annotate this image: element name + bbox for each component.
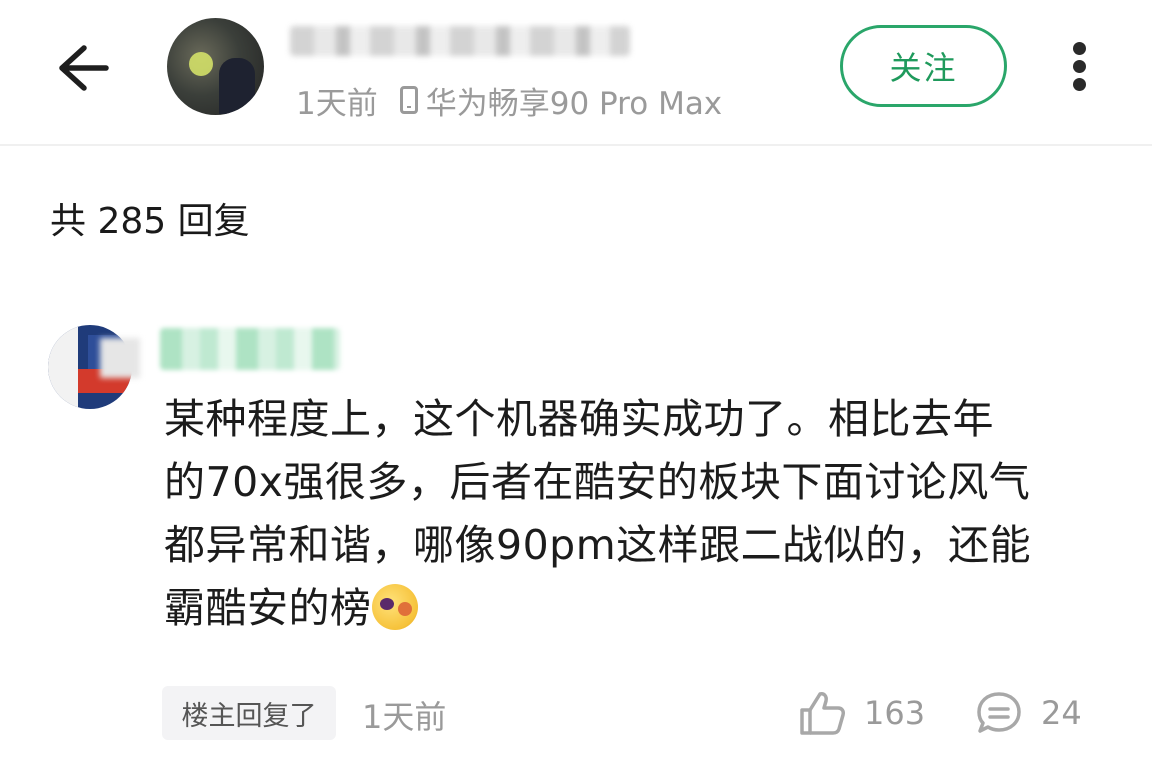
thumbs-up-icon [800,692,845,735]
like-button[interactable]: 163 [798,690,925,736]
comment-time: 1天前 [362,698,447,736]
post-time: 1天前 [296,85,378,122]
comment-line: 霸酷安的榜 [164,584,372,632]
more-dot [1073,60,1086,73]
follow-button[interactable]: 关注 [840,25,1007,107]
device-name: 华为畅享90 Pro Max [425,85,723,122]
comment-bubble-icon [977,692,1021,733]
op-replied-tag[interactable]: 楼主回复了 [162,686,336,740]
comment-body[interactable]: 某种程度上，这个机器确实成功了。相比去年 的70x强很多，后者在酷安的板块下面讨… [164,388,1104,640]
post-meta: 1天前 华为畅享90 Pro Max [296,78,723,123]
comment-line: 都异常和谐，哪像90pm这样跟二战似的，还能 [164,521,1032,569]
more-options-button[interactable] [1060,38,1100,96]
author-avatar[interactable] [167,18,264,115]
shocked-face-emoji-icon [371,584,418,630]
comment-line-last: 霸酷安的榜 [164,577,1104,640]
author-name-redacted[interactable] [290,26,630,56]
reply-detail-page: 1天前 华为畅享90 Pro Max 关注 共 285 回复 某种程度上，这个机… [0,0,1152,775]
post-header: 1天前 华为畅享90 Pro Max 关注 [0,0,1152,143]
avatar-detail [189,52,213,76]
reply-count: 24 [1041,694,1082,732]
device-info: 华为畅享90 Pro Max [399,78,723,123]
back-arrow-icon [59,45,109,91]
comment-line: 某种程度上，这个机器确实成功了。相比去年 [164,395,994,443]
more-dot [1073,42,1086,55]
back-button[interactable] [54,40,114,96]
reply-button[interactable]: 24 [975,690,1082,736]
redaction-mark [100,338,140,378]
like-count: 163 [864,694,926,732]
reply-count-label: 共 285 回复 [50,201,250,242]
more-dot [1073,78,1086,91]
phone-icon [399,86,418,114]
avatar-detail [219,58,255,114]
commenter-name-redacted[interactable] [160,328,340,370]
comment-line: 的70x强很多，后者在酷安的板块下面讨论风气 [164,458,1031,506]
avatar-detail [48,325,78,409]
header-divider [0,144,1152,146]
